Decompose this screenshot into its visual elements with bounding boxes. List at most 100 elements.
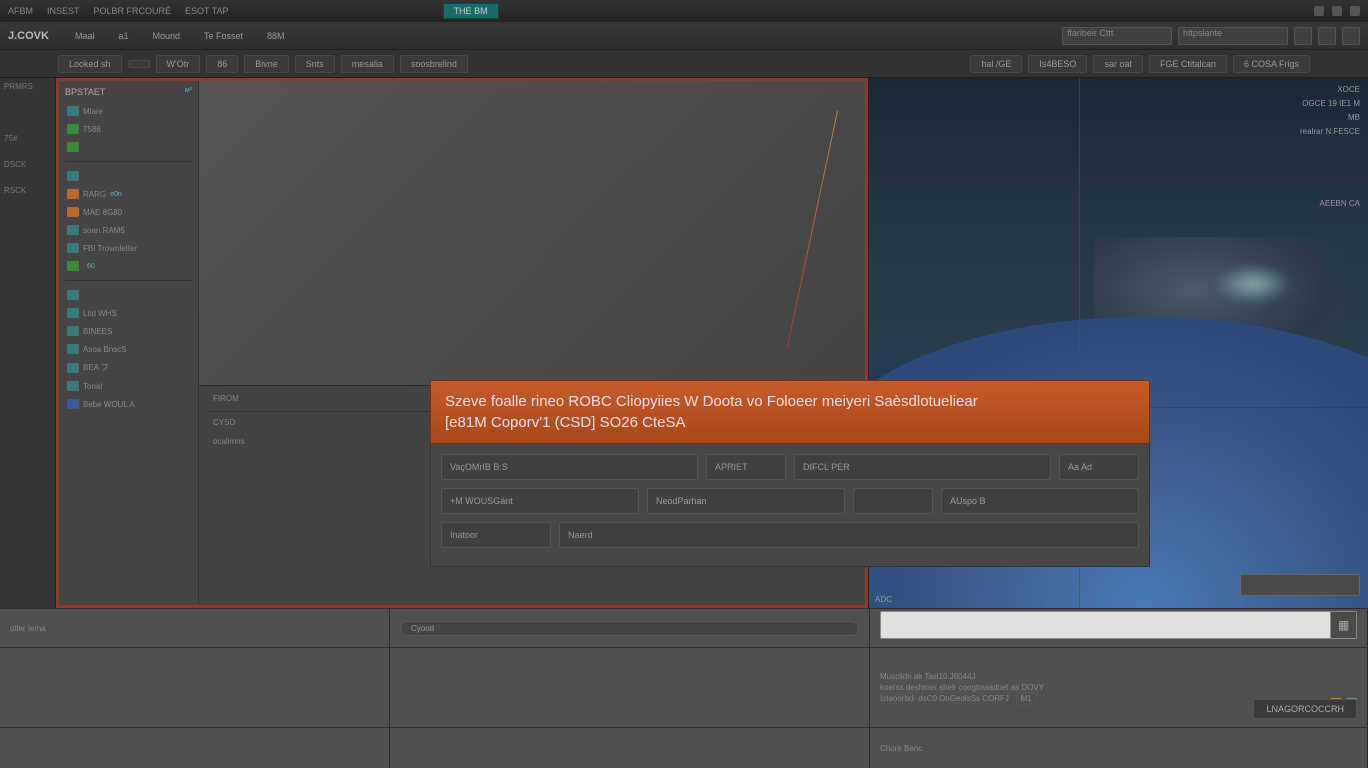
- minimize-icon[interactable]: [1314, 6, 1324, 16]
- dlg-f-6[interactable]: [853, 488, 933, 514]
- tb-btn-2[interactable]: Mound: [145, 29, 189, 43]
- window-controls: [1314, 6, 1360, 16]
- tb2-r3[interactable]: FGE Ctitalcan: [1149, 55, 1227, 73]
- fl-1: [4, 108, 51, 122]
- render-button[interactable]: [1240, 574, 1360, 596]
- dlg-f-9[interactable]: Naerd: [559, 522, 1139, 548]
- search-box-2[interactable]: httpslante: [1178, 27, 1288, 45]
- tb2-4[interactable]: Bivne: [244, 55, 289, 73]
- center-view[interactable]: [199, 81, 865, 385]
- prop-0-0: FIROM: [209, 392, 418, 405]
- asset-sidebar: BPSTAET м² Mlare7586RARG e0nMAE 8G80soan…: [59, 81, 199, 605]
- folder-icon: [67, 381, 79, 391]
- dlg-f-5[interactable]: NeodParhan: [647, 488, 845, 514]
- menu-item-3[interactable]: ESOT TAP: [185, 6, 229, 16]
- dlg-f-8[interactable]: Inatoor: [441, 522, 551, 548]
- sidebar-item-15[interactable]: Bebe WOUL A: [65, 396, 192, 412]
- command-input[interactable]: ▦: [880, 611, 1357, 639]
- dlg-f-0[interactable]: VaçOMrIB B:S: [441, 454, 698, 480]
- dlg-f-2[interactable]: DIFCL PER: [794, 454, 1051, 480]
- titlebar: AFBM INSEST POLBR FRCOURÉ ESOT TAP THE B…: [0, 0, 1368, 22]
- sidebar-item-11[interactable]: BINEES: [65, 323, 192, 339]
- sidebar-item-6[interactable]: soan RAM5: [65, 222, 192, 238]
- folder-icon: [67, 243, 79, 253]
- sidebar-item-7[interactable]: FBI Trownletter: [65, 240, 192, 256]
- tb2-r0[interactable]: hal /GE: [970, 55, 1022, 73]
- tb-btn-3[interactable]: Te Fosset: [196, 29, 251, 43]
- secondary-toolbar: Looked sh W'Otr 86 Bivne Snts mesalia so…: [0, 50, 1368, 78]
- sidebar-item-13[interactable]: BEA フ: [65, 359, 192, 376]
- btm-r1-c1: otler Iemа: [0, 609, 390, 647]
- dialog-title: Szeve foalle rineo ROBC Cliopyiies W Doo…: [430, 380, 1150, 444]
- folder-icon: [67, 106, 79, 116]
- menu-item-2[interactable]: POLBR FRCOURÉ: [94, 6, 172, 16]
- sidebar-item-14[interactable]: Tonal: [65, 378, 192, 394]
- folder-icon: [67, 290, 79, 300]
- btm-r3-c3: Chore Benc: [870, 728, 1368, 768]
- tb2-r4[interactable]: 6 COSA Frigs: [1233, 55, 1310, 73]
- tb2-5[interactable]: Snts: [295, 55, 335, 73]
- action-button[interactable]: LNAGORCOCCRH: [1253, 699, 1357, 719]
- btm-r2-c2: [390, 648, 870, 727]
- btm-r1-c2: Cyood: [390, 609, 870, 647]
- folder-icon: [67, 124, 79, 134]
- viewport-bl-label: ADC: [875, 595, 892, 604]
- dlg-f-7[interactable]: AUspo B: [941, 488, 1139, 514]
- sidebar-item-2[interactable]: [65, 139, 192, 155]
- tb-btn-4[interactable]: 88M: [259, 29, 293, 43]
- bottom-dock: otler Iemа Cyood ▦ Musclidn ak Tasl10.J6…: [0, 608, 1368, 768]
- menu-item-1[interactable]: INSEST: [47, 6, 80, 16]
- sidebar-item-0[interactable]: Mlare: [65, 103, 192, 119]
- sidebar-indicator: м²: [185, 87, 192, 94]
- smoke-fx: [1213, 264, 1293, 304]
- sidebar-item-4[interactable]: RARG e0n: [65, 186, 192, 202]
- sidebar-item-10[interactable]: Litd WHS: [65, 305, 192, 321]
- search-box-1[interactable]: ffaribeir Cttt: [1062, 27, 1172, 45]
- tb-btn-1[interactable]: a1: [110, 29, 136, 43]
- tb2-0[interactable]: Looked sh: [58, 55, 122, 73]
- folder-icon: [67, 207, 79, 217]
- dlg-f-3[interactable]: Aa Ad: [1059, 454, 1139, 480]
- dialog-body: VaçOMrIB B:S APRIET DIFCL PER Aa Ad +M W…: [430, 444, 1150, 567]
- log-badge: M1: [1016, 692, 1037, 705]
- tb2-6[interactable]: mesalia: [341, 55, 394, 73]
- pill-btn[interactable]: Cyood: [400, 621, 859, 636]
- sidebar-item-5[interactable]: MAE 8G80: [65, 204, 192, 220]
- sidebar-item-9[interactable]: [65, 287, 192, 303]
- fl-2: 75#: [4, 134, 51, 148]
- sidebar-item-12[interactable]: Asoa BnscS: [65, 341, 192, 357]
- folder-icon: [67, 326, 79, 336]
- tb2-3[interactable]: 86: [206, 55, 238, 73]
- tb2-1[interactable]: [128, 60, 150, 68]
- maximize-icon[interactable]: [1332, 6, 1342, 16]
- folder-icon: [67, 399, 79, 409]
- far-left-strip: PRMRS 75# DSCK RSCK: [0, 78, 56, 608]
- input-handle-icon[interactable]: ▦: [1330, 612, 1356, 638]
- toolbar-icon-1[interactable]: [1294, 27, 1312, 45]
- sidebar-item-1[interactable]: 7586: [65, 121, 192, 137]
- sidebar-item-3[interactable]: [65, 168, 192, 184]
- tb2-r1[interactable]: Is4BESO: [1028, 55, 1087, 73]
- toolbar-icon-2[interactable]: [1318, 27, 1336, 45]
- folder-icon: [67, 142, 79, 152]
- tb2-2[interactable]: W'Otr: [156, 55, 201, 73]
- fl-0: PRMRS: [4, 82, 51, 96]
- close-icon[interactable]: [1350, 6, 1360, 16]
- active-tab[interactable]: THE BM: [443, 3, 499, 19]
- tb2-r2[interactable]: sar oat: [1093, 55, 1143, 73]
- sidebar-item-8[interactable]: 60: [65, 258, 192, 274]
- menu-item-0[interactable]: AFBM: [8, 6, 33, 16]
- toolbar-icon-3[interactable]: [1342, 27, 1360, 45]
- tb-btn-0[interactable]: Maal: [67, 29, 103, 43]
- folder-icon: [67, 344, 79, 354]
- dlg-f-4[interactable]: +M WOUSGänt: [441, 488, 639, 514]
- prop-1-0: CYSD: [209, 416, 418, 429]
- viewport-info: XOCE OGCE 19 IE1 M MB realrar N.FESCE AE…: [1300, 84, 1360, 212]
- trajectory-line: [787, 111, 839, 349]
- tb2-7[interactable]: soosbrelind: [400, 55, 468, 73]
- btm-r2-c1: [0, 648, 390, 727]
- app-title: J.COVK: [8, 30, 49, 42]
- dlg-f-1[interactable]: APRIET: [706, 454, 786, 480]
- folder-icon: [67, 363, 79, 373]
- btm-r3-c2: [390, 728, 870, 768]
